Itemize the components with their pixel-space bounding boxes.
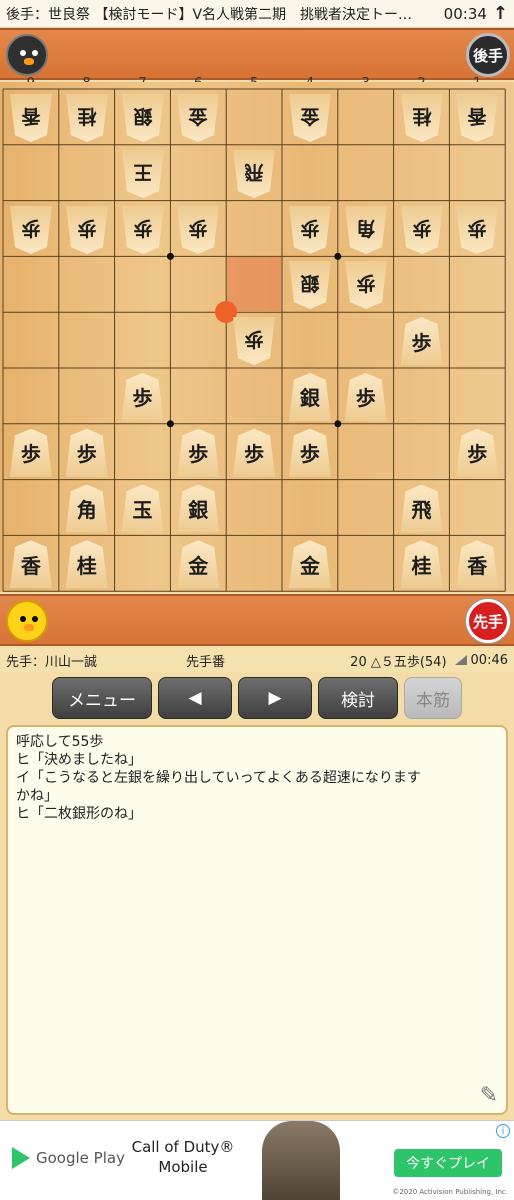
gote-piece[interactable]: 飛 (233, 150, 275, 198)
gote-piece[interactable]: 歩 (177, 206, 219, 254)
shogi-board[interactable]: 香桂銀金金桂香王飛歩歩歩歩歩角歩歩銀歩歩歩歩銀歩歩歩歩歩歩歩角玉銀飛香桂金金桂香 (0, 82, 514, 592)
sente-piece[interactable]: 玉 (121, 484, 164, 533)
crow-avatar-icon (6, 34, 48, 76)
comment-line: イ「こうなると左銀を繰り出していってよくある超速になります (16, 770, 421, 786)
comment-line: ヒ「決めましたね」 (16, 752, 142, 768)
comment-box[interactable]: 呼応して55歩 ヒ「決めましたね」 イ「こうなると左銀を繰り出していってよくある… (6, 725, 508, 1115)
turn-indicator: 先手番 (186, 654, 226, 670)
gote-piece[interactable]: 歩 (456, 206, 498, 254)
store-name: Google Play (36, 1149, 125, 1167)
gote-piece[interactable]: 王 (122, 150, 164, 198)
sente-piece[interactable]: 金 (288, 540, 331, 589)
sente-piece[interactable]: 歩 (456, 428, 499, 477)
gote-piece[interactable]: 金 (177, 94, 219, 142)
sente-piece-stand: 先手 (0, 594, 514, 646)
current-move: 20 △５五歩(54) (350, 654, 447, 670)
gote-piece[interactable]: 香 (10, 94, 52, 142)
sente-piece[interactable]: 桂 (65, 540, 108, 589)
sente-piece[interactable]: 金 (177, 540, 220, 589)
next-move-button[interactable]: ▶ (238, 677, 312, 719)
sente-piece[interactable]: 桂 (400, 540, 443, 589)
ad-play-now-button[interactable]: 今すぐプレイ (394, 1149, 502, 1177)
pencil-icon[interactable]: ✎ (480, 1085, 498, 1107)
mainline-button[interactable]: 本筋 (404, 677, 462, 719)
sente-piece[interactable]: 歩 (288, 428, 331, 477)
comment-line: 呼応して55歩 (16, 734, 104, 750)
sente-piece[interactable]: 歩 (65, 428, 108, 477)
ad-soldier-image (262, 1121, 340, 1200)
game-info-bar: 先手：川山一誠 先手番 20 △５五歩(54) 00:46 (0, 648, 514, 672)
gote-piece[interactable]: 歩 (345, 261, 387, 309)
comment-line: ヒ「二枚銀形のね」 (16, 806, 142, 822)
signal-icon (454, 655, 467, 665)
player-clock: 00:46 (470, 652, 508, 668)
gote-piece[interactable]: 歩 (233, 317, 275, 365)
prev-move-button[interactable]: ◀ (158, 677, 232, 719)
sente-piece[interactable]: 銀 (288, 372, 331, 421)
gote-piece[interactable]: 銀 (289, 261, 331, 309)
gote-piece[interactable]: 金 (289, 94, 331, 142)
sente-piece[interactable]: 歩 (344, 372, 387, 421)
gote-piece-stand: 後手 (0, 28, 514, 80)
ad-title-line2: Mobile (158, 1158, 208, 1176)
ad-title-line1: Call of Duty® (131, 1138, 235, 1156)
gote-piece[interactable]: 歩 (401, 206, 443, 254)
gote-piece[interactable]: 角 (345, 206, 387, 254)
game-title: 後手：世良祭 【検討モード】V名人戦第二期 挑戦者決定トー… (6, 6, 413, 23)
google-play-logo: Google Play (12, 1147, 125, 1169)
gote-piece[interactable]: 銀 (122, 94, 164, 142)
sente-piece[interactable]: 銀 (177, 484, 220, 533)
sente-piece[interactable]: 歩 (9, 428, 52, 477)
control-buttons: メニュー ◀ ▶ 検討 本筋 (0, 675, 514, 721)
sente-piece[interactable]: 歩 (121, 372, 164, 421)
sente-piece[interactable]: 飛 (400, 484, 443, 533)
status-bar: 後手：世良祭 【検討モード】V名人戦第二期 挑戦者決定トー… 00:34 ↑ (0, 0, 514, 28)
sente-piece[interactable]: 香 (9, 540, 52, 589)
status-clock: 00:34 (443, 4, 487, 23)
gote-piece[interactable]: 歩 (66, 206, 108, 254)
sente-piece[interactable]: 角 (65, 484, 108, 533)
chick-avatar-icon (6, 600, 48, 642)
gote-piece[interactable]: 桂 (66, 94, 108, 142)
menu-button[interactable]: メニュー (52, 677, 152, 719)
gote-piece[interactable]: 歩 (122, 206, 164, 254)
ad-game-title: Call of Duty® Mobile (128, 1137, 238, 1177)
analyze-button[interactable]: 検討 (318, 677, 398, 719)
sente-piece[interactable]: 歩 (233, 428, 276, 477)
gote-piece[interactable]: 歩 (289, 206, 331, 254)
play-store-icon (12, 1147, 30, 1169)
sente-badge: 先手 (466, 599, 510, 643)
gote-piece[interactable]: 桂 (401, 94, 443, 142)
sente-piece[interactable]: 歩 (177, 428, 220, 477)
ad-copyright: ©2020 Activision Publishing, Inc. (392, 1188, 508, 1196)
ad-info-icon[interactable]: i (496, 1124, 510, 1138)
gote-piece[interactable]: 香 (456, 94, 498, 142)
last-move-from-highlight (227, 257, 281, 312)
sente-player-name: 先手：川山一誠 (6, 654, 98, 670)
sente-piece[interactable]: 歩 (400, 317, 443, 366)
sente-piece[interactable]: 香 (456, 540, 499, 589)
gote-badge: 後手 (466, 33, 510, 77)
upload-icon[interactable]: ↑ (493, 3, 508, 24)
gote-piece[interactable]: 歩 (10, 206, 52, 254)
comment-line: かね」 (16, 788, 58, 804)
ad-banner[interactable]: Google Play Call of Duty® Mobile 今すぐプレイ … (0, 1120, 514, 1200)
